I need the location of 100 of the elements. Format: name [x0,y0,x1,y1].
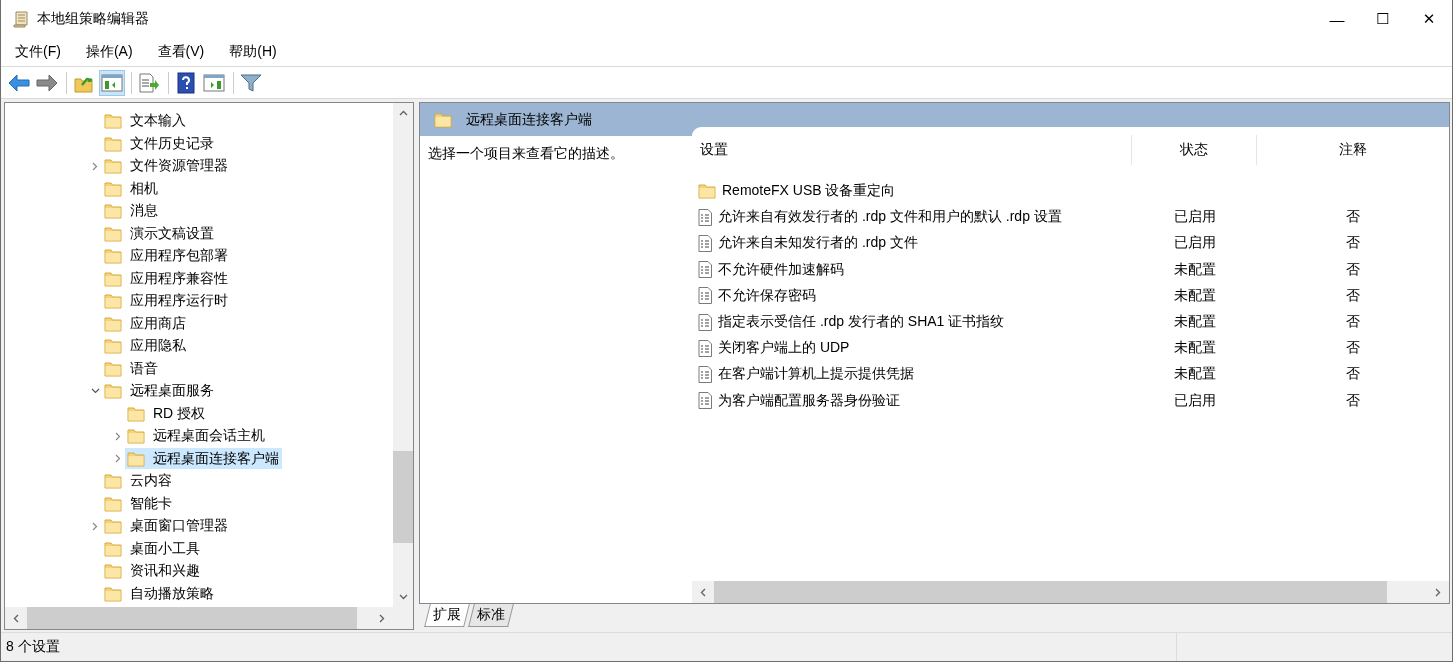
folder-icon [104,518,122,535]
setting-row[interactable]: 指定表示受信任 .rdp 发行者的 SHA1 证书指纹 [692,313,1132,332]
vertical-scrollbar[interactable] [393,103,413,607]
menu-item[interactable]: 帮助(H) [222,43,284,61]
tree-item[interactable]: 云内容 [102,470,175,492]
tree-item[interactable]: 应用隐私 [102,335,189,357]
tree-item[interactable]: 应用程序运行时 [102,290,231,312]
status-cell: 未配置 [1173,260,1216,279]
status-cell: 已启用 [1173,208,1216,227]
tree-item[interactable]: 远程桌面连接客户端 [125,448,282,470]
export-list-icon[interactable] [138,72,160,93]
setting-row[interactable]: 允许来自有效发行者的 .rdp 文件和用户的默认 .rdp 设置 [692,208,1132,227]
folder-icon [104,563,122,580]
view-tab[interactable]: 扩展 [424,604,470,627]
comment-cell: 否 [1346,234,1360,253]
policy-setting-icon [698,365,712,383]
view-tab[interactable]: 标准 [468,604,514,627]
setting-row[interactable]: 为客户端配置服务器身份验证 [692,391,1132,410]
minimize-button[interactable]: — [1314,0,1360,38]
setting-row[interactable]: 关闭客户端上的 UDP [692,339,1132,358]
policy-setting-icon [698,208,712,226]
setting-row[interactable]: 不允许保存密码 [692,286,1132,305]
tree-item[interactable]: RD 授权 [125,403,209,425]
tree-item[interactable]: 桌面小工具 [102,538,203,560]
back-arrow-icon[interactable] [8,73,30,92]
folder-icon [698,183,716,200]
comment-cell: 否 [1346,339,1360,358]
tree-item[interactable]: 应用商店 [102,313,189,335]
menu-item[interactable]: 文件(F) [8,43,68,61]
folder-icon [127,428,145,445]
close-button[interactable]: ✕ [1406,0,1452,38]
chevron-down-icon[interactable] [90,388,100,395]
tree-item[interactable]: 智能卡 [102,493,175,515]
setting-row[interactable]: 不允许硬件加速解码 [692,260,1132,279]
scrollbar-thumb[interactable] [393,451,413,544]
help-icon[interactable] [177,71,195,94]
folder-icon [104,383,122,400]
tree-item[interactable]: 自动播放策略 [102,583,217,605]
setting-row[interactable]: 在客户端计算机上提示提供凭据 [692,365,1132,384]
folder-row[interactable]: RemoteFX USB 设备重定向 [692,182,1132,201]
scroll-right-icon[interactable] [379,613,385,623]
pane-title: 远程桌面连接客户端 [466,110,592,129]
window-title: 本地组策略编辑器 [37,10,150,28]
tree-item[interactable]: 应用程序包部署 [102,245,231,267]
folder-icon [104,225,122,242]
tree-item[interactable]: 文本输入 [102,110,189,132]
scroll-left-icon[interactable] [13,613,19,623]
action-pane-icon[interactable] [203,73,225,92]
comment-cell: 否 [1346,313,1360,332]
status-text: 8 个设置 [6,633,1177,661]
folder-icon [104,203,122,220]
status-cell: 已启用 [1173,391,1216,410]
scroll-down-icon[interactable] [398,594,408,600]
folder-icon [104,540,122,557]
tree-item[interactable]: 演示文稿设置 [102,223,217,245]
folder-icon [127,450,145,467]
folder-icon [104,158,122,175]
scroll-app-icon [13,10,29,28]
status-cell: 未配置 [1173,313,1216,332]
comment-cell: 否 [1346,208,1360,227]
forward-arrow-icon[interactable] [36,73,58,92]
chevron-right-icon[interactable] [115,454,121,464]
menu-item[interactable]: 操作(A) [78,43,140,61]
tree-pane-icon[interactable] [101,73,123,92]
tree-item[interactable]: 相机 [102,178,161,200]
setting-row[interactable]: 允许来自未知发行者的 .rdp 文件 [692,234,1132,253]
tree-item[interactable]: 消息 [102,200,161,222]
folder-icon [104,315,122,332]
scroll-up-icon[interactable] [398,110,408,116]
column-header[interactable]: 状态 [1132,135,1257,165]
tree-item[interactable]: 资讯和兴趣 [102,560,203,582]
menu-item[interactable]: 查看(V) [150,43,212,61]
folder-icon [104,473,122,490]
tree-item[interactable]: 文件历史记录 [102,133,217,155]
tree-item[interactable]: 文件资源管理器 [102,155,231,177]
comment-cell: 否 [1346,391,1360,410]
comment-cell: 否 [1346,260,1360,279]
folder-icon [104,338,122,355]
chevron-right-icon[interactable] [115,431,121,441]
tree-item[interactable]: 应用程序兼容性 [102,268,231,290]
folder-icon [104,135,122,152]
tree-item[interactable]: 桌面窗口管理器 [102,515,231,537]
tree-item[interactable]: 远程桌面服务 [102,380,217,402]
scroll-right-icon[interactable] [1435,587,1441,597]
filter-icon[interactable] [240,72,262,93]
policy-setting-icon [698,313,712,331]
scroll-left-icon[interactable] [700,587,706,597]
policy-setting-icon [698,261,712,279]
column-header[interactable]: 注释 [1257,135,1449,165]
folder-icon [104,360,122,377]
chevron-right-icon[interactable] [92,521,98,531]
tree-item[interactable]: 远程桌面会话主机 [125,425,268,447]
maximize-button[interactable]: ☐ [1360,0,1406,38]
comment-cell: 否 [1346,365,1360,384]
folder-icon [104,180,122,197]
chevron-right-icon[interactable] [92,161,98,171]
tree-item[interactable]: 语音 [102,358,161,380]
column-header[interactable]: 设置 [692,135,1132,165]
status-cell: 未配置 [1173,286,1216,305]
folder-icon [104,585,122,602]
